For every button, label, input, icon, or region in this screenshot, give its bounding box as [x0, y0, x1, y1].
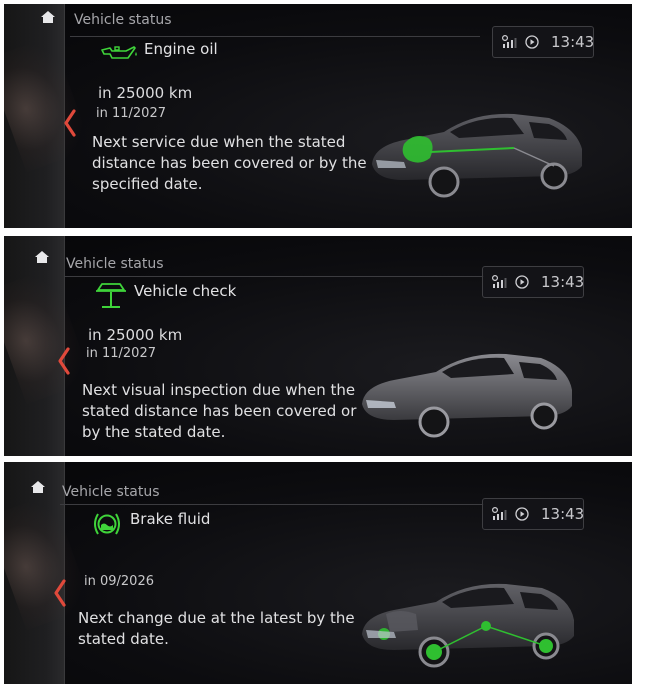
back-arrow-icon[interactable]: [56, 346, 72, 376]
home-icon[interactable]: [30, 480, 46, 494]
page-title: Vehicle status: [66, 256, 164, 272]
distance-remaining: in 25000 km: [88, 326, 183, 344]
description-line: Next visual inspection due when the: [82, 381, 356, 399]
media-playing-icon: [515, 507, 529, 521]
description-line: distance has been covered or by the: [92, 154, 367, 172]
home-icon[interactable]: [34, 250, 50, 264]
description-line: stated date.: [78, 630, 169, 648]
car-brakes-illustration: [362, 583, 574, 668]
back-arrow-icon[interactable]: [52, 578, 68, 608]
description-line: Next change due at the latest by the: [78, 609, 355, 627]
item-label: Brake fluid: [130, 510, 211, 528]
back-arrow-icon[interactable]: [62, 108, 78, 138]
description-line: specified date.: [92, 175, 203, 193]
description: Next visual inspection due when the stat…: [82, 380, 356, 443]
clock: 13:43: [551, 33, 595, 51]
status-bar: 13:43: [482, 498, 584, 530]
title-divider: [64, 276, 484, 277]
title-divider: [70, 36, 480, 37]
vehicle-status-screen-vehicle-check: Vehicle status 13:43 Vehicle check in 25…: [4, 236, 632, 456]
clock: 13:43: [541, 505, 585, 523]
description: Next change due at the latest by the sta…: [78, 608, 355, 650]
page-title: Vehicle status: [74, 12, 172, 28]
signal-icon: [492, 507, 507, 520]
due-date: in 09/2026: [84, 574, 154, 589]
vehicle-status-screen-brake-fluid: Vehicle status 13:43 Brake fluid in 09/2…: [4, 462, 632, 684]
distance-remaining: in 25000 km: [98, 84, 193, 102]
vehicle-status-screen-engine-oil: Vehicle status 13:43 Engine oil in 25000…: [4, 4, 632, 228]
title-divider: [60, 504, 484, 505]
clock: 13:43: [541, 273, 585, 291]
car-engine-illustration: [372, 113, 582, 198]
car-lift-icon: [96, 283, 126, 308]
signal-icon: [502, 35, 517, 48]
brake-warning-icon: [94, 513, 120, 535]
description-line: stated distance has been covered or: [82, 402, 357, 420]
description-line: Next service due when the stated: [92, 133, 346, 151]
description: Next service due when the stated distanc…: [92, 132, 367, 195]
oil-can-icon: [101, 46, 137, 59]
status-bar: 13:43: [492, 26, 594, 58]
description-line: by the stated date.: [82, 423, 226, 441]
home-icon[interactable]: [40, 10, 56, 24]
item-label: Engine oil: [144, 40, 218, 58]
signal-icon: [492, 275, 507, 288]
due-date: in 11/2027: [86, 346, 156, 361]
page-title: Vehicle status: [62, 484, 160, 500]
media-playing-icon: [525, 35, 539, 49]
car-illustration: [362, 353, 572, 438]
media-playing-icon: [515, 275, 529, 289]
status-bar: 13:43: [482, 266, 584, 298]
item-label: Vehicle check: [134, 282, 237, 300]
due-date: in 11/2027: [96, 106, 166, 121]
